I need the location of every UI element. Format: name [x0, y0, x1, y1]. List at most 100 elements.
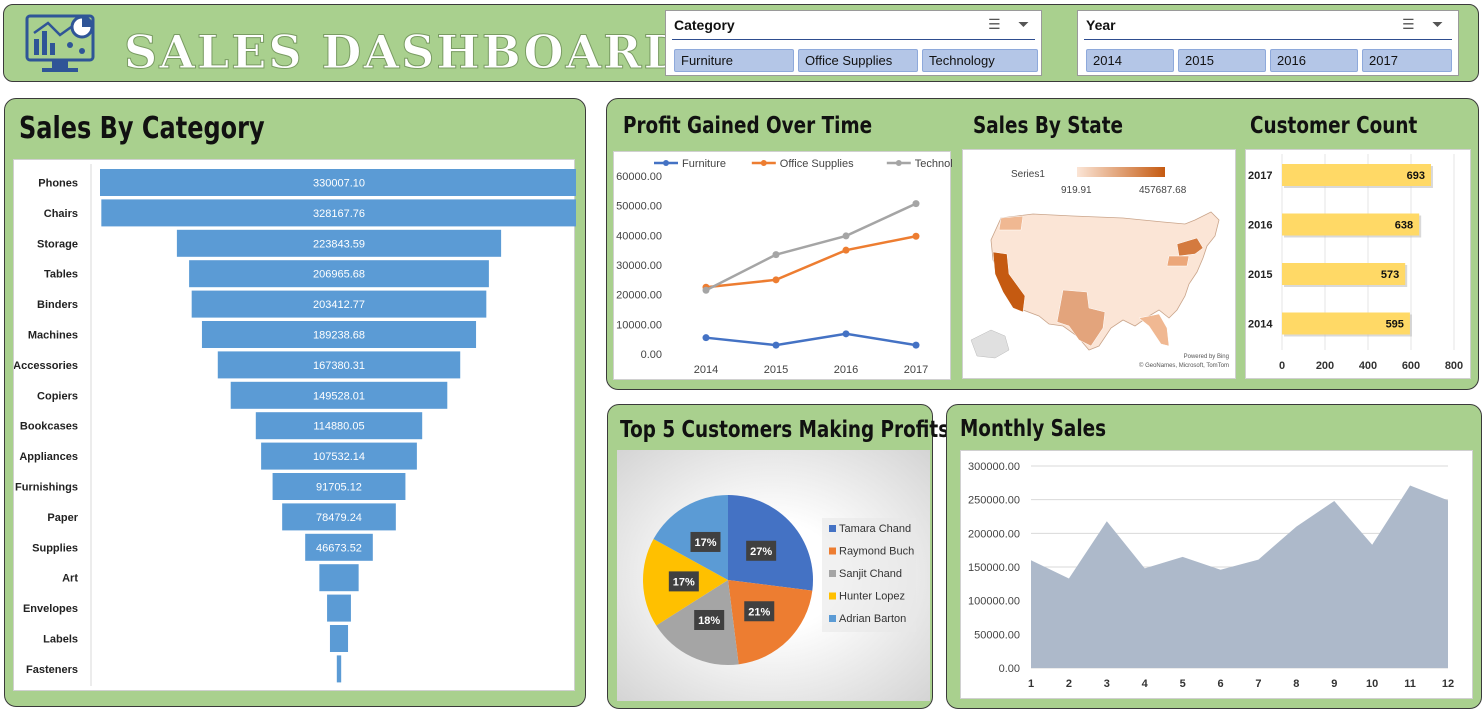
category-value-label: 46673.52: [316, 542, 362, 554]
x-tick-label: 600: [1402, 360, 1420, 372]
chart-area: Series1 919.91 457687.68 Powered by Bing…: [962, 149, 1236, 379]
y-tick-label: 200000.00: [968, 528, 1020, 540]
category-value-label: 78479.24: [316, 512, 362, 524]
data-point: [842, 246, 850, 254]
legend-marker: [663, 160, 669, 166]
category-value-label: 223843.59: [313, 238, 365, 250]
category-tick-label: Labels: [43, 634, 78, 646]
category-tick-label: Appliances: [19, 451, 78, 463]
slicer-divider: [672, 39, 1035, 40]
map-color-scale: [1077, 167, 1165, 177]
value-label: 638: [1395, 220, 1413, 232]
legend-swatch: [829, 615, 836, 622]
map-credit-bing: Powered by Bing: [1184, 354, 1229, 360]
overview-panel: Profit Gained Over Time Sales By State C…: [606, 98, 1479, 390]
data-point: [772, 341, 780, 349]
legend-swatch: [829, 547, 836, 555]
category-value-label: 114880.05: [313, 421, 364, 433]
multi-select-icon[interactable]: ☰: [988, 16, 1001, 33]
x-tick-label: 1: [1028, 678, 1034, 690]
category-value-label: 330007.10: [313, 178, 365, 190]
sales-by-category-panel: Sales By Category Phones 330007.10 Chairs 3…: [4, 98, 586, 707]
category-tick-label: Bookcases: [20, 421, 78, 433]
slicer-item-2015[interactable]: 2015: [1178, 49, 1266, 72]
category-tick-label: Copiers: [37, 390, 78, 402]
legend-swatch: [829, 525, 836, 532]
sales-by-state-map: Series1 919.91 457687.68 Powered by Bing…: [970, 167, 1229, 369]
data-point: [912, 200, 920, 208]
year-slicer[interactable]: Year ☰ ⏷ 2014 2015 2016 2017: [1077, 10, 1459, 76]
washington-shape: [998, 215, 1024, 231]
series-line: [705, 234, 917, 289]
category-tick-label: Paper: [47, 512, 78, 524]
x-tick-label: 11: [1404, 678, 1416, 690]
category-slicer[interactable]: Category ☰ ⏷ Furniture Office Supplies T…: [665, 10, 1042, 76]
y-tick-label: 100000.00: [968, 596, 1020, 608]
clear-filter-icon[interactable]: ⏷: [1432, 16, 1443, 33]
multi-select-icon[interactable]: ☰: [1402, 16, 1415, 33]
pennsylvania-shape: [1166, 255, 1190, 267]
category-tick-label: 2017: [1248, 170, 1272, 182]
value-label: 693: [1407, 170, 1425, 182]
dashboard-logo-icon: [25, 14, 95, 72]
value-label: 595: [1386, 319, 1404, 331]
category-tick-label: 2014: [1248, 319, 1273, 331]
legend-label: Hunter Lopez: [839, 591, 905, 603]
chart-area: 0.00 10000.00 20000.00 30000.00 40000.00 5000…: [613, 151, 971, 380]
category-bar: [327, 594, 351, 622]
profit-over-time-chart: 0.00 10000.00 20000.00 30000.00 40000.00 5000…: [616, 158, 971, 376]
slicer-item-2017[interactable]: 2017: [1362, 49, 1452, 72]
category-tick-label: Phones: [38, 178, 78, 190]
series-line: [705, 202, 917, 292]
category-value-label: 203412.77: [313, 299, 365, 311]
y-tick-label: 0.00: [641, 349, 662, 361]
pie-slice: [728, 580, 813, 665]
slicer-item-furniture[interactable]: Furniture: [674, 49, 794, 72]
x-tick-label: 10: [1366, 678, 1378, 690]
legend-label: Office Supplies: [780, 158, 854, 170]
y-tick-label: 300000.00: [968, 461, 1020, 473]
slicer-item-2016[interactable]: 2016: [1270, 49, 1358, 72]
x-tick-label: 2017: [904, 364, 928, 376]
category-tick-label: Tables: [44, 269, 78, 281]
data-label: 21%: [748, 606, 770, 618]
us-states-shape: [990, 211, 1220, 351]
category-tick-label: Chairs: [44, 208, 78, 220]
slicer-item-2014[interactable]: 2014: [1086, 49, 1174, 72]
category-slicer-label: Category: [674, 17, 735, 33]
top5-customers-panel: Top 5 Customers Making Profits 27% 21% 18%…: [607, 404, 949, 709]
x-tick-label: 2: [1066, 678, 1072, 690]
data-point: [842, 330, 850, 338]
value-label: 573: [1381, 269, 1399, 281]
slicer-item-office-supplies[interactable]: Office Supplies: [798, 49, 918, 72]
category-tick-label: Machines: [28, 330, 78, 342]
data-label: 17%: [673, 576, 695, 588]
panel-title: Sales By State: [973, 113, 1123, 139]
florida-shape: [1138, 313, 1170, 347]
legend-label: Technology: [915, 158, 952, 170]
clear-filter-icon[interactable]: ⏷: [1018, 16, 1029, 33]
y-tick-label: 50000.00: [974, 629, 1020, 641]
category-bar: [329, 625, 349, 652]
x-tick-label: 8: [1293, 678, 1299, 690]
dashboard-title: SALES DASHBOARD: [123, 25, 686, 80]
legend-marker: [760, 160, 767, 166]
category-tick-label: Furnishings: [15, 482, 78, 494]
data-label: 27%: [750, 546, 772, 558]
slicer-divider: [1084, 39, 1452, 40]
data-point: [842, 232, 850, 240]
y-tick-label: 10000.00: [616, 319, 662, 331]
category-bar: [319, 564, 359, 592]
y-tick-label: 150000.00: [968, 562, 1020, 574]
category-value-label: 91705.12: [316, 482, 362, 494]
data-point: [702, 286, 710, 294]
map-max-label: 457687.68: [1139, 185, 1187, 196]
category-value-label: 328167.76: [313, 208, 365, 220]
category-tick-label: Binders: [37, 299, 78, 311]
slicer-item-technology[interactable]: Technology: [922, 49, 1038, 72]
data-point: [912, 341, 920, 349]
panel-title: Monthly Sales: [960, 416, 1107, 442]
chart-area: 27% 21% 18% 17% 17% Tamara Chand Raymond Buch S…: [617, 450, 930, 701]
category-value-label: 149528.01: [313, 390, 365, 402]
category-tick-label: 2016: [1248, 220, 1272, 232]
